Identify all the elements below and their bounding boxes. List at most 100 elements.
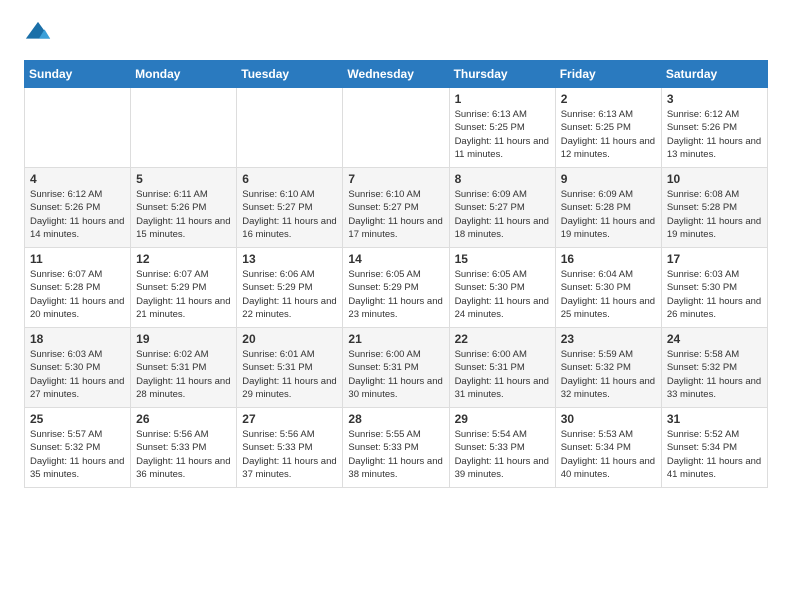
- day-info: Sunrise: 6:01 AM Sunset: 5:31 PM Dayligh…: [242, 348, 337, 401]
- day-info: Sunrise: 6:05 AM Sunset: 5:29 PM Dayligh…: [348, 268, 443, 321]
- calendar-week-row: 4 Sunrise: 6:12 AM Sunset: 5:26 PM Daylig…: [25, 168, 768, 248]
- day-info: Sunrise: 5:55 AM Sunset: 5:33 PM Dayligh…: [348, 428, 443, 481]
- weekday-header-wednesday: Wednesday: [343, 61, 449, 88]
- weekday-header-sunday: Sunday: [25, 61, 131, 88]
- day-number: 3: [667, 92, 762, 106]
- day-number: 13: [242, 252, 337, 266]
- day-number: 12: [136, 252, 231, 266]
- day-number: 21: [348, 332, 443, 346]
- day-number: 4: [30, 172, 125, 186]
- day-info: Sunrise: 5:59 AM Sunset: 5:32 PM Dayligh…: [561, 348, 656, 401]
- day-info: Sunrise: 6:13 AM Sunset: 5:25 PM Dayligh…: [561, 108, 656, 161]
- calendar-cell: 20 Sunrise: 6:01 AM Sunset: 5:31 PM Dayli…: [237, 328, 343, 408]
- day-number: 7: [348, 172, 443, 186]
- day-number: 31: [667, 412, 762, 426]
- calendar-cell: 17 Sunrise: 6:03 AM Sunset: 5:30 PM Dayli…: [661, 248, 767, 328]
- weekday-header-tuesday: Tuesday: [237, 61, 343, 88]
- calendar-cell: 28Sunrise: 5:55 AM Sunset: 5:33 PM Dayli…: [343, 408, 449, 488]
- day-number: 2: [561, 92, 656, 106]
- day-info: Sunrise: 6:12 AM Sunset: 5:26 PM Dayligh…: [30, 188, 125, 241]
- calendar-cell: 15 Sunrise: 6:05 AM Sunset: 5:30 PM Dayli…: [449, 248, 555, 328]
- day-info: Sunrise: 6:02 AM Sunset: 5:31 PM Dayligh…: [136, 348, 231, 401]
- calendar-cell: 18 Sunrise: 6:03 AM Sunset: 5:30 PM Dayli…: [25, 328, 131, 408]
- calendar-cell: 24Sunrise: 5:58 AM Sunset: 5:32 PM Dayli…: [661, 328, 767, 408]
- day-info: Sunrise: 6:10 AM Sunset: 5:27 PM Dayligh…: [242, 188, 337, 241]
- calendar-cell: 22 Sunrise: 6:00 AM Sunset: 5:31 PM Dayli…: [449, 328, 555, 408]
- calendar-cell: [343, 88, 449, 168]
- day-info: Sunrise: 6:10 AM Sunset: 5:27 PM Dayligh…: [348, 188, 443, 241]
- weekday-header-row: SundayMondayTuesdayWednesdayThursdayFrid…: [25, 61, 768, 88]
- logo-icon: [24, 20, 52, 48]
- day-number: 26: [136, 412, 231, 426]
- day-info: Sunrise: 5:58 AM Sunset: 5:32 PM Dayligh…: [667, 348, 762, 401]
- calendar-cell: 19 Sunrise: 6:02 AM Sunset: 5:31 PM Dayli…: [131, 328, 237, 408]
- day-number: 29: [455, 412, 550, 426]
- day-number: 6: [242, 172, 337, 186]
- day-number: 17: [667, 252, 762, 266]
- day-info: Sunrise: 5:57 AM Sunset: 5:32 PM Dayligh…: [30, 428, 125, 481]
- calendar-week-row: 1Sunrise: 6:13 AM Sunset: 5:25 PM Daylig…: [25, 88, 768, 168]
- calendar-week-row: 25Sunrise: 5:57 AM Sunset: 5:32 PM Dayli…: [25, 408, 768, 488]
- calendar-cell: 8 Sunrise: 6:09 AM Sunset: 5:27 PM Daylig…: [449, 168, 555, 248]
- day-number: 10: [667, 172, 762, 186]
- day-info: Sunrise: 6:05 AM Sunset: 5:30 PM Dayligh…: [455, 268, 550, 321]
- calendar-cell: 11 Sunrise: 6:07 AM Sunset: 5:28 PM Dayli…: [25, 248, 131, 328]
- day-number: 8: [455, 172, 550, 186]
- day-number: 20: [242, 332, 337, 346]
- calendar-cell: 27 Sunrise: 5:56 AM Sunset: 5:33 PM Dayli…: [237, 408, 343, 488]
- calendar-header: SundayMondayTuesdayWednesdayThursdayFrid…: [25, 61, 768, 88]
- day-info: Sunrise: 6:11 AM Sunset: 5:26 PM Dayligh…: [136, 188, 231, 241]
- calendar-cell: 12 Sunrise: 6:07 AM Sunset: 5:29 PM Dayli…: [131, 248, 237, 328]
- calendar-cell: 3 Sunrise: 6:12 AM Sunset: 5:26 PM Daylig…: [661, 88, 767, 168]
- calendar-cell: 14 Sunrise: 6:05 AM Sunset: 5:29 PM Dayli…: [343, 248, 449, 328]
- day-info: Sunrise: 5:52 AM Sunset: 5:34 PM Dayligh…: [667, 428, 762, 481]
- day-info: Sunrise: 6:06 AM Sunset: 5:29 PM Dayligh…: [242, 268, 337, 321]
- day-number: 11: [30, 252, 125, 266]
- weekday-header-friday: Friday: [555, 61, 661, 88]
- calendar-week-row: 18 Sunrise: 6:03 AM Sunset: 5:30 PM Dayli…: [25, 328, 768, 408]
- calendar-table: SundayMondayTuesdayWednesdayThursdayFrid…: [24, 60, 768, 488]
- day-info: Sunrise: 5:56 AM Sunset: 5:33 PM Dayligh…: [242, 428, 337, 481]
- day-number: 15: [455, 252, 550, 266]
- calendar-cell: 9 Sunrise: 6:09 AM Sunset: 5:28 PM Daylig…: [555, 168, 661, 248]
- calendar-cell: 26 Sunrise: 5:56 AM Sunset: 5:33 PM Dayli…: [131, 408, 237, 488]
- day-info: Sunrise: 6:08 AM Sunset: 5:28 PM Dayligh…: [667, 188, 762, 241]
- day-info: Sunrise: 6:07 AM Sunset: 5:29 PM Dayligh…: [136, 268, 231, 321]
- logo: [24, 20, 56, 48]
- day-info: Sunrise: 6:00 AM Sunset: 5:31 PM Dayligh…: [455, 348, 550, 401]
- day-number: 14: [348, 252, 443, 266]
- weekday-header-thursday: Thursday: [449, 61, 555, 88]
- day-info: Sunrise: 6:03 AM Sunset: 5:30 PM Dayligh…: [667, 268, 762, 321]
- day-info: Sunrise: 6:03 AM Sunset: 5:30 PM Dayligh…: [30, 348, 125, 401]
- calendar-body: 1Sunrise: 6:13 AM Sunset: 5:25 PM Daylig…: [25, 88, 768, 488]
- day-number: 9: [561, 172, 656, 186]
- day-number: 5: [136, 172, 231, 186]
- day-info: Sunrise: 6:12 AM Sunset: 5:26 PM Dayligh…: [667, 108, 762, 161]
- calendar-cell: 2 Sunrise: 6:13 AM Sunset: 5:25 PM Daylig…: [555, 88, 661, 168]
- calendar-cell: 31 Sunrise: 5:52 AM Sunset: 5:34 PM Dayli…: [661, 408, 767, 488]
- day-info: Sunrise: 6:13 AM Sunset: 5:25 PM Dayligh…: [455, 108, 550, 161]
- day-info: Sunrise: 5:54 AM Sunset: 5:33 PM Dayligh…: [455, 428, 550, 481]
- day-info: Sunrise: 5:56 AM Sunset: 5:33 PM Dayligh…: [136, 428, 231, 481]
- day-info: Sunrise: 6:07 AM Sunset: 5:28 PM Dayligh…: [30, 268, 125, 321]
- day-number: 27: [242, 412, 337, 426]
- calendar-cell: 6 Sunrise: 6:10 AM Sunset: 5:27 PM Daylig…: [237, 168, 343, 248]
- calendar-cell: [131, 88, 237, 168]
- calendar-cell: 30Sunrise: 5:53 AM Sunset: 5:34 PM Dayli…: [555, 408, 661, 488]
- day-info: Sunrise: 6:00 AM Sunset: 5:31 PM Dayligh…: [348, 348, 443, 401]
- calendar-cell: 10 Sunrise: 6:08 AM Sunset: 5:28 PM Dayli…: [661, 168, 767, 248]
- calendar-cell: 16Sunrise: 6:04 AM Sunset: 5:30 PM Dayli…: [555, 248, 661, 328]
- calendar-cell: 1Sunrise: 6:13 AM Sunset: 5:25 PM Daylig…: [449, 88, 555, 168]
- day-number: 18: [30, 332, 125, 346]
- calendar-week-row: 11 Sunrise: 6:07 AM Sunset: 5:28 PM Dayli…: [25, 248, 768, 328]
- day-info: Sunrise: 6:09 AM Sunset: 5:28 PM Dayligh…: [561, 188, 656, 241]
- day-number: 19: [136, 332, 231, 346]
- day-info: Sunrise: 6:09 AM Sunset: 5:27 PM Dayligh…: [455, 188, 550, 241]
- day-number: 22: [455, 332, 550, 346]
- calendar-cell: 23Sunrise: 5:59 AM Sunset: 5:32 PM Dayli…: [555, 328, 661, 408]
- calendar-cell: 4 Sunrise: 6:12 AM Sunset: 5:26 PM Daylig…: [25, 168, 131, 248]
- weekday-header-monday: Monday: [131, 61, 237, 88]
- day-number: 30: [561, 412, 656, 426]
- calendar-cell: 21 Sunrise: 6:00 AM Sunset: 5:31 PM Dayli…: [343, 328, 449, 408]
- calendar-cell: 25Sunrise: 5:57 AM Sunset: 5:32 PM Dayli…: [25, 408, 131, 488]
